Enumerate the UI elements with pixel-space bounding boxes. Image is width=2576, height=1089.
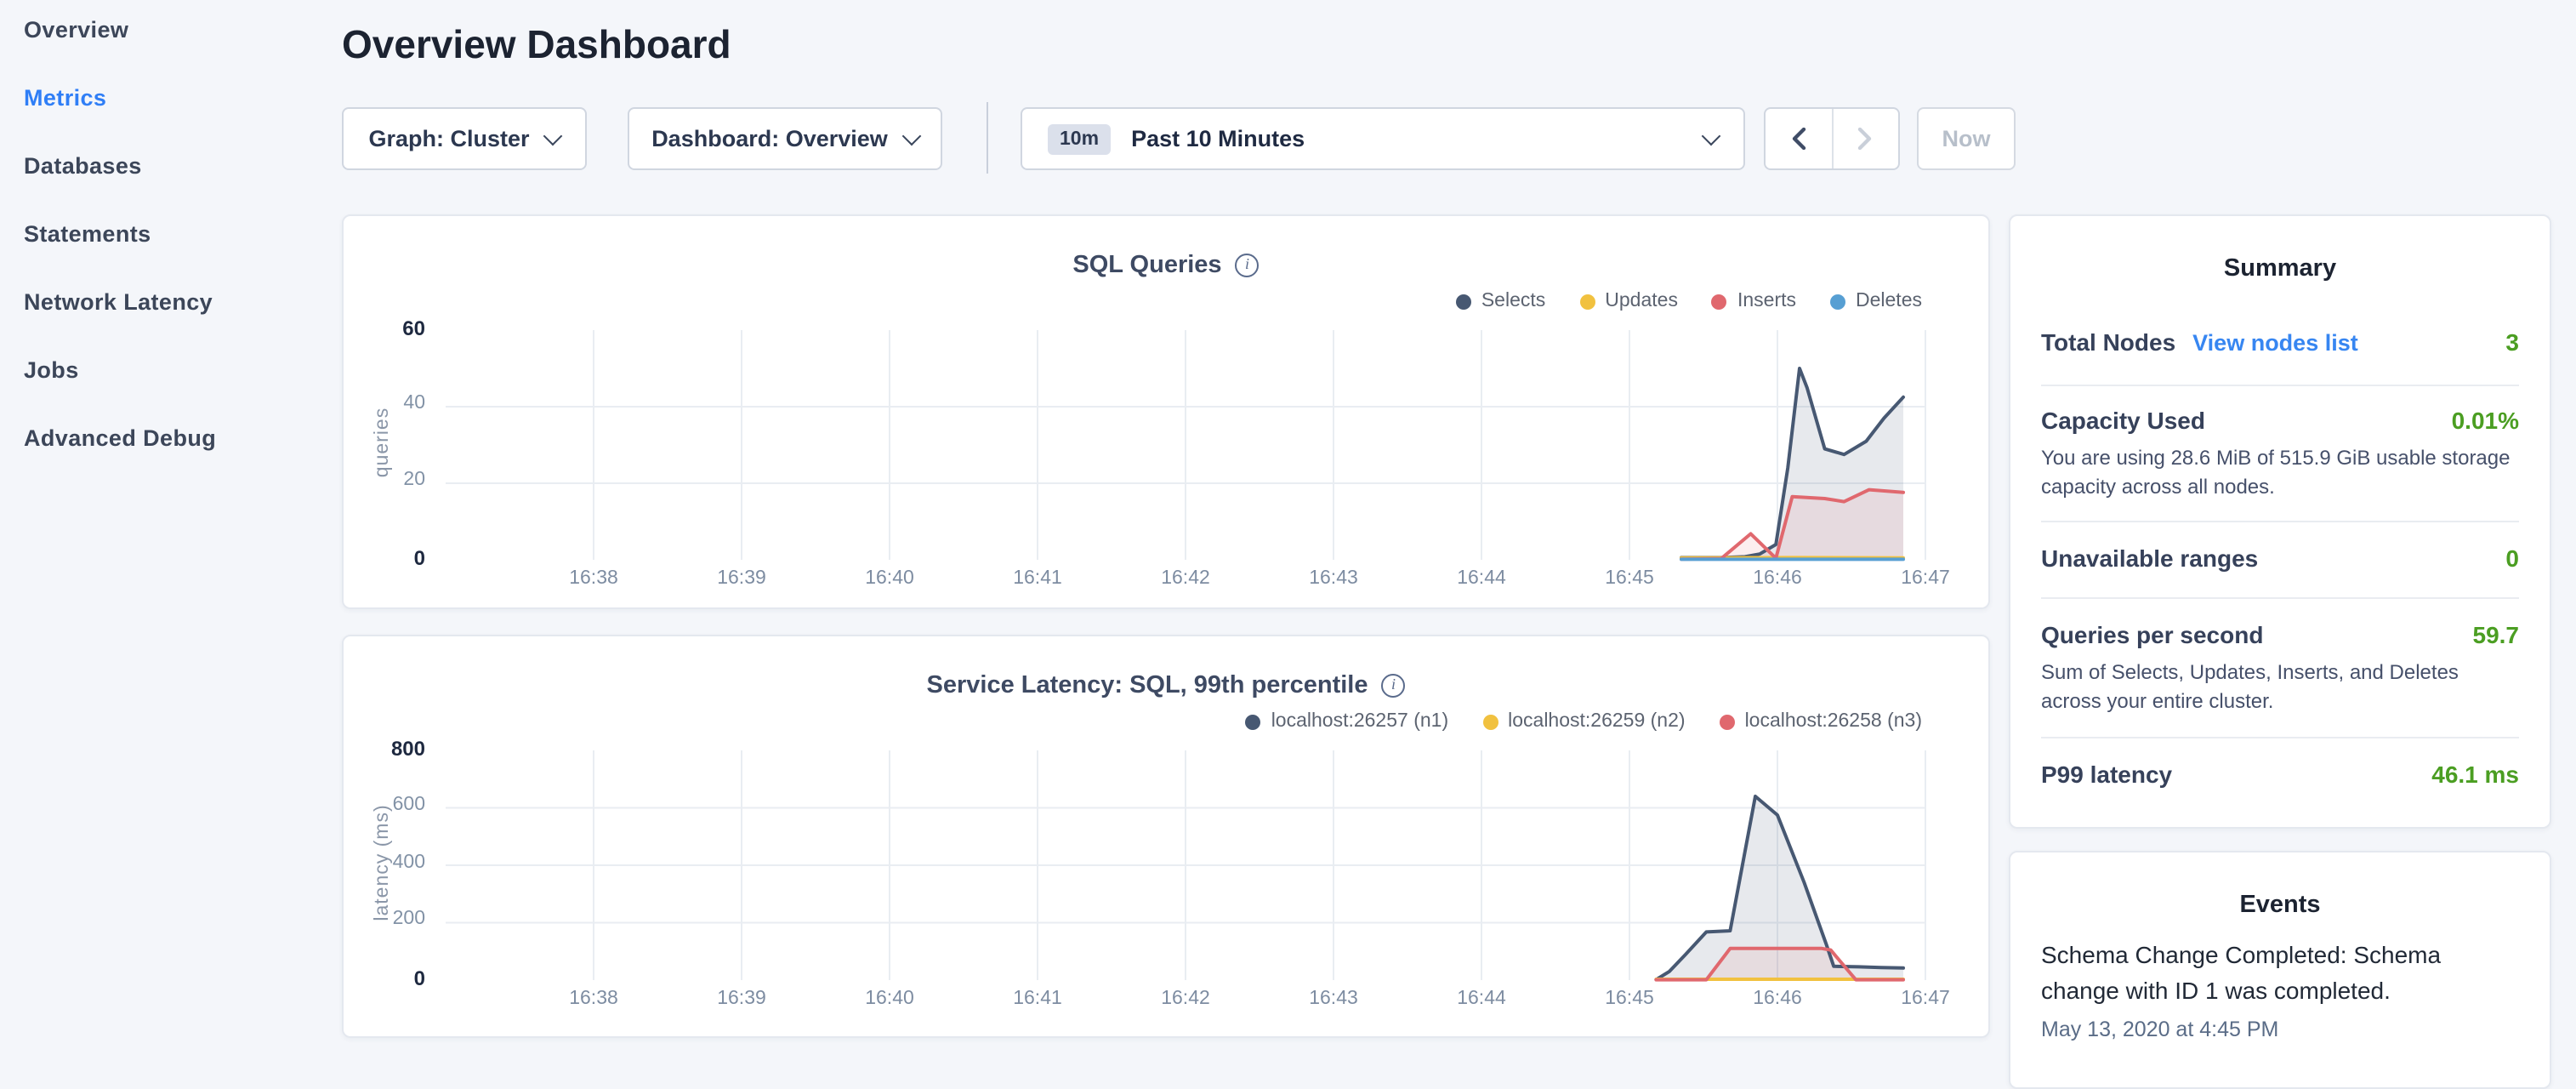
unavailable-ranges-value: 0 bbox=[2505, 544, 2519, 572]
summary-row-unavailable: Unavailable ranges 0 bbox=[2041, 544, 2519, 572]
dashboard-dropdown-label: Dashboard: Overview bbox=[651, 126, 888, 151]
page-title: Overview Dashboard bbox=[342, 22, 731, 68]
divider bbox=[2041, 737, 2519, 738]
qps-value: 59.7 bbox=[2473, 621, 2520, 648]
sidebar-item-advanced-debug[interactable]: Advanced Debug bbox=[24, 422, 216, 456]
y-axis-tick-label: 0 bbox=[347, 966, 425, 990]
graph-scope-dropdown-label: Graph: Cluster bbox=[368, 126, 529, 151]
time-range-badge: 10m bbox=[1048, 123, 1111, 154]
sidebar: Overview Metrics Databases Statements Ne… bbox=[0, 0, 323, 1052]
x-axis-tick-label: 16:45 bbox=[1578, 989, 1680, 1009]
qps-label: Queries per second bbox=[2041, 621, 2263, 648]
x-axis-tick-label: 16:40 bbox=[839, 568, 941, 589]
sidebar-item-metrics[interactable]: Metrics bbox=[24, 82, 106, 116]
sql-queries-chart-card: SQL Queries i SelectsUpdatesInsertsDelet… bbox=[342, 214, 1990, 609]
x-axis-tick-label: 16:44 bbox=[1430, 568, 1533, 589]
app-root: Overview Metrics Databases Statements Ne… bbox=[0, 0, 2576, 1052]
chart-canvas[interactable]: 16:38 16:39 16:40 16:41 16:42 16:43 16:44 16:45… bbox=[344, 216, 1988, 607]
x-axis-tick-label: 16:46 bbox=[1726, 568, 1828, 589]
chart-canvas[interactable]: 16:38 16:39 16:40 16:41 16:42 16:43 16:44 16:45… bbox=[344, 636, 1988, 1036]
x-axis-tick-label: 16:41 bbox=[987, 568, 1089, 589]
view-nodes-list-link[interactable]: View nodes list bbox=[2192, 330, 2505, 356]
sidebar-item-databases[interactable]: Databases bbox=[24, 150, 142, 184]
y-axis-tick-label: 0 bbox=[347, 546, 425, 570]
chevron-down-icon bbox=[901, 126, 921, 145]
divider bbox=[2041, 521, 2519, 522]
sidebar-item-jobs[interactable]: Jobs bbox=[24, 354, 79, 388]
chevron-down-icon bbox=[543, 126, 563, 145]
x-axis-tick-label: 16:42 bbox=[1134, 989, 1237, 1009]
total-nodes-value: 3 bbox=[2505, 328, 2519, 356]
summary-row-capacity: Capacity Used 0.01% You are using 28.6 M… bbox=[2041, 407, 2519, 500]
dashboard-dropdown[interactable]: Dashboard: Overview bbox=[628, 107, 942, 170]
summary-row-p99: P99 latency 46.1 ms bbox=[2041, 761, 2519, 788]
chevron-left-icon bbox=[1791, 128, 1806, 150]
total-nodes-label: Total Nodes bbox=[2041, 328, 2175, 356]
event-timestamp: May 13, 2020 at 4:45 PM bbox=[2041, 1018, 2278, 1041]
chart-svg bbox=[344, 636, 1992, 1036]
x-axis-tick-label: 16:42 bbox=[1134, 568, 1237, 589]
x-axis-tick-label: 16:43 bbox=[1282, 568, 1385, 589]
x-axis-tick-label: 16:39 bbox=[691, 568, 793, 589]
x-axis-tick-label: 16:40 bbox=[839, 989, 941, 1009]
summary-panel: Summary Total Nodes View nodes list 3 Ca… bbox=[2009, 214, 2551, 829]
time-range-label: Past 10 Minutes bbox=[1131, 126, 1684, 151]
sidebar-item-statements[interactable]: Statements bbox=[24, 218, 151, 252]
x-axis-tick-label: 16:38 bbox=[543, 568, 645, 589]
qps-description: Sum of Selects, Updates, Inserts, and De… bbox=[2041, 659, 2519, 715]
toolbar-divider bbox=[987, 102, 988, 174]
time-range-dropdown[interactable]: 10m Past 10 Minutes bbox=[1021, 107, 1745, 170]
capacity-label: Capacity Used bbox=[2041, 407, 2205, 434]
chart-svg bbox=[344, 216, 1992, 607]
summary-title: Summary bbox=[2010, 255, 2550, 282]
y-axis-title: latency (ms) bbox=[372, 760, 393, 964]
x-axis-tick-label: 16:43 bbox=[1282, 989, 1385, 1009]
y-axis-tick-label: 800 bbox=[347, 737, 425, 761]
x-axis-tick-label: 16:47 bbox=[1874, 568, 1976, 589]
previous-time-button[interactable] bbox=[1766, 109, 1833, 168]
events-title: Events bbox=[2010, 892, 2550, 919]
sidebar-item-overview[interactable]: Overview bbox=[24, 14, 128, 48]
sidebar-item-network-latency[interactable]: Network Latency bbox=[24, 286, 213, 320]
x-axis-tick-label: 16:39 bbox=[691, 989, 793, 1009]
x-axis-tick-label: 16:47 bbox=[1874, 989, 1976, 1009]
chevron-down-icon bbox=[1702, 126, 1721, 145]
y-axis-tick-label: 60 bbox=[347, 316, 425, 340]
divider bbox=[2041, 597, 2519, 599]
time-step-buttons bbox=[1764, 107, 1900, 170]
p99-latency-value: 46.1 ms bbox=[2431, 761, 2519, 788]
now-button[interactable]: Now bbox=[1917, 107, 2016, 170]
events-panel: Events Schema Change Completed: Schema c… bbox=[2009, 851, 2551, 1089]
y-axis-title: queries bbox=[372, 339, 393, 544]
summary-row-qps: Queries per second 59.7 Sum of Selects, … bbox=[2041, 621, 2519, 715]
p99-latency-label: P99 latency bbox=[2041, 761, 2172, 788]
event-message[interactable]: Schema Change Completed: Schema change w… bbox=[2041, 938, 2466, 1009]
capacity-value: 0.01% bbox=[2452, 407, 2519, 434]
divider bbox=[2041, 385, 2519, 386]
x-axis-tick-label: 16:46 bbox=[1726, 989, 1828, 1009]
next-time-button[interactable] bbox=[1833, 109, 1898, 168]
unavailable-ranges-label: Unavailable ranges bbox=[2041, 544, 2258, 572]
capacity-description: You are using 28.6 MiB of 515.9 GiB usab… bbox=[2041, 444, 2519, 500]
summary-row-total-nodes: Total Nodes View nodes list 3 bbox=[2041, 328, 2519, 356]
graph-scope-dropdown[interactable]: Graph: Cluster bbox=[342, 107, 587, 170]
x-axis-tick-label: 16:44 bbox=[1430, 989, 1533, 1009]
chevron-right-icon bbox=[1858, 128, 1874, 150]
service-latency-chart-card: Service Latency: SQL, 99th percentile i … bbox=[342, 635, 1990, 1038]
x-axis-tick-label: 16:38 bbox=[543, 989, 645, 1009]
x-axis-tick-label: 16:45 bbox=[1578, 568, 1680, 589]
x-axis-tick-label: 16:41 bbox=[987, 989, 1089, 1009]
